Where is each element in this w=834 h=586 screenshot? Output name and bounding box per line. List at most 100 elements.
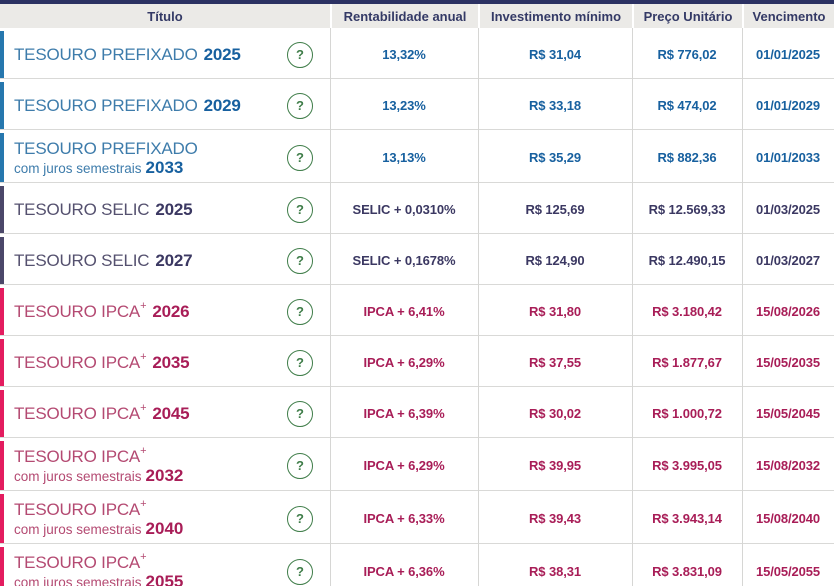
question-mark-glyph: ? <box>296 511 304 526</box>
bond-year-inline: 2035 <box>152 352 190 372</box>
bond-maturity: 15/05/2055 <box>755 564 821 579</box>
bond-year-inline: 2029 <box>203 95 241 115</box>
table-header: Título Rentabilidade anual Investimento … <box>0 4 834 28</box>
bond-unit-price: R$ 12.569,33 <box>648 202 726 217</box>
bond-maturity: 15/05/2045 <box>755 406 821 421</box>
help-icon[interactable]: ? <box>287 349 313 376</box>
bond-year-inline: 2027 <box>155 250 193 270</box>
bond-min-investment: R$ 125,69 <box>525 202 585 217</box>
bond-table-body: TESOURO PREFIXADO 2025 ? 13,32% R$ 31,04 … <box>0 31 834 586</box>
table-row[interactable]: TESOURO PREFIXADO 2025 ? 13,32% R$ 31,04 … <box>0 31 834 79</box>
bond-subtitle: com juros semestrais <box>14 468 142 484</box>
bond-min-investment: R$ 39,43 <box>529 511 581 526</box>
table-row[interactable]: TESOURO PREFIXADO com juros semestrais 20… <box>0 133 834 183</box>
bond-name: TESOURO IPCA <box>14 403 141 423</box>
bond-title-cell: TESOURO PREFIXADO com juros semestrais 20… <box>0 133 330 182</box>
bond-title-cell: TESOURO PREFIXADO 2029 ? <box>0 82 330 129</box>
bond-yield: IPCA + 6,41% <box>363 304 445 319</box>
table-row[interactable]: TESOURO SELIC 2025 ? SELIC + 0,0310% R$ 1… <box>0 186 834 234</box>
column-separator <box>742 28 743 586</box>
table-row[interactable]: TESOURO PREFIXADO 2029 ? 13,23% R$ 33,18 … <box>0 82 834 130</box>
bond-min-investment: R$ 31,80 <box>529 304 581 319</box>
help-icon[interactable]: ? <box>287 144 313 171</box>
bond-year-inline: 2025 <box>203 44 241 64</box>
bond-color-bar <box>0 288 4 335</box>
bond-title: TESOURO IPCA+ com juros semestrais 2055 <box>14 551 183 586</box>
bond-title: TESOURO IPCA+ com juros semestrais 2040 <box>14 498 184 538</box>
bond-title: TESOURO IPCA+ 2035 <box>14 350 190 373</box>
question-mark-glyph: ? <box>296 98 304 113</box>
question-mark-glyph: ? <box>296 564 304 579</box>
bond-color-bar <box>0 441 4 490</box>
bond-name: TESOURO PREFIXADO <box>14 95 198 115</box>
table-row[interactable]: TESOURO IPCA+ 2035 ? IPCA + 6,29% R$ 37,5… <box>0 339 834 387</box>
bond-maturity: 01/03/2027 <box>755 253 821 268</box>
bond-name: TESOURO IPCA <box>14 499 141 519</box>
table-row[interactable]: TESOURO IPCA+ com juros semestrais 2040 ?… <box>0 494 834 544</box>
help-icon[interactable]: ? <box>287 298 313 325</box>
bond-min-investment: R$ 38,31 <box>529 564 581 579</box>
bond-color-bar <box>0 237 4 284</box>
bond-min-investment: R$ 124,90 <box>525 253 585 268</box>
question-mark-glyph: ? <box>296 47 304 62</box>
bond-unit-price: R$ 3.180,42 <box>652 304 722 319</box>
table-row[interactable]: TESOURO IPCA+ 2045 ? IPCA + 6,39% R$ 30,0… <box>0 390 834 438</box>
bond-table-page: Título Rentabilidade anual Investimento … <box>0 0 834 586</box>
bond-name: TESOURO SELIC <box>14 250 150 270</box>
bond-sup: + <box>140 350 147 363</box>
bond-color-bar <box>0 494 4 543</box>
table-row[interactable]: TESOURO IPCA+ com juros semestrais 2055 ?… <box>0 547 834 586</box>
bond-title: TESOURO PREFIXADO 2025 <box>14 45 241 65</box>
bond-subtitle: com juros semestrais <box>14 521 142 537</box>
bond-min-investment: R$ 39,95 <box>529 458 581 473</box>
bond-name: TESOURO SELIC <box>14 199 150 219</box>
bond-color-bar <box>0 133 4 182</box>
help-icon[interactable]: ? <box>287 41 313 68</box>
bond-yield: IPCA + 6,39% <box>363 406 445 421</box>
bond-yield: SELIC + 0,1678% <box>352 253 456 268</box>
bond-unit-price: R$ 3.831,09 <box>652 564 722 579</box>
bond-color-bar <box>0 547 4 586</box>
bond-min-investment: R$ 37,55 <box>529 355 581 370</box>
bond-unit-price: R$ 1.877,67 <box>652 355 722 370</box>
column-header-rentabilidade: Rentabilidade anual <box>330 4 478 28</box>
question-mark-glyph: ? <box>296 406 304 421</box>
column-header-investimento: Investimento mínimo <box>478 4 632 28</box>
bond-title: TESOURO SELIC 2025 <box>14 199 193 220</box>
question-mark-glyph: ? <box>296 458 304 473</box>
help-icon[interactable]: ? <box>287 247 313 274</box>
bond-year-inline: 2025 <box>155 199 193 219</box>
bond-title-cell: TESOURO SELIC 2027 ? <box>0 237 330 284</box>
bond-unit-price: R$ 882,36 <box>657 150 717 165</box>
bond-name: TESOURO PREFIXADO <box>14 138 198 158</box>
bond-maturity: 01/03/2025 <box>755 202 821 217</box>
bond-unit-price: R$ 12.490,15 <box>648 253 726 268</box>
help-icon[interactable]: ? <box>287 558 313 585</box>
bond-name: TESOURO IPCA <box>14 552 141 572</box>
help-icon[interactable]: ? <box>287 196 313 223</box>
table-row[interactable]: TESOURO IPCA+ com juros semestrais 2032 ?… <box>0 441 834 491</box>
bond-unit-price: R$ 474,02 <box>657 98 717 113</box>
bond-maturity: 01/01/2025 <box>755 47 821 62</box>
help-icon[interactable]: ? <box>287 452 313 479</box>
help-icon[interactable]: ? <box>287 505 313 532</box>
column-header-titulo: Título <box>147 8 183 24</box>
bond-year-sub: 2040 <box>145 518 184 538</box>
bond-title: TESOURO SELIC 2027 <box>14 250 193 271</box>
bond-yield: IPCA + 6,29% <box>363 458 445 473</box>
bond-yield: 13,23% <box>382 98 426 113</box>
bond-year-inline: 2026 <box>152 301 190 321</box>
table-row[interactable]: TESOURO SELIC 2027 ? SELIC + 0,1678% R$ 1… <box>0 237 834 285</box>
bond-title-cell: TESOURO SELIC 2025 ? <box>0 186 330 233</box>
bond-sup: + <box>140 299 147 312</box>
help-icon[interactable]: ? <box>287 92 313 119</box>
column-separator <box>330 28 331 586</box>
bond-color-bar <box>0 31 4 78</box>
bond-title-cell: TESOURO IPCA+ com juros semestrais 2032 ? <box>0 441 330 490</box>
bond-color-bar <box>0 186 4 233</box>
table-row[interactable]: TESOURO IPCA+ 2026 ? IPCA + 6,41% R$ 31,8… <box>0 288 834 336</box>
bond-min-investment: R$ 30,02 <box>529 406 581 421</box>
help-icon[interactable]: ? <box>287 400 313 427</box>
column-header-preco: Preço Unitário <box>632 4 742 28</box>
bond-yield: 13,13% <box>382 150 426 165</box>
